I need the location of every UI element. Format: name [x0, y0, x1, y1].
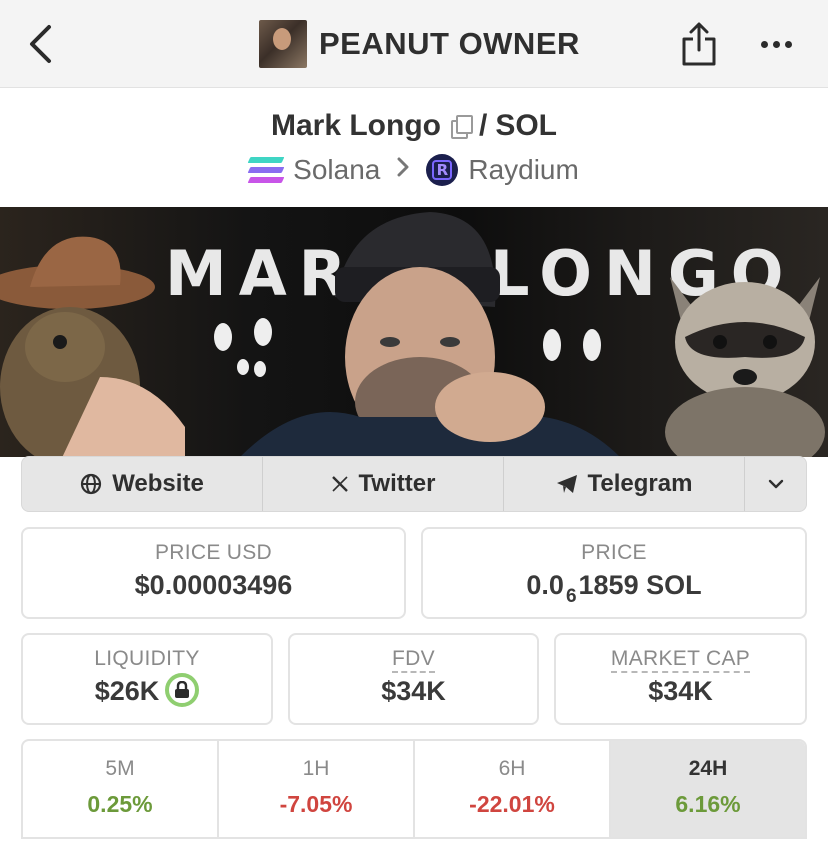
liquidity-label: LIQUIDITY: [94, 647, 200, 670]
chevron-down-icon: [768, 479, 783, 489]
timeframe-label: 1H: [302, 757, 330, 780]
price-suffix: 1859 SOL: [578, 570, 702, 600]
fdv-value: $34K: [381, 676, 446, 706]
website-label: Website: [112, 470, 204, 497]
price-native-value: 0.0 61859 SOL: [423, 570, 805, 607]
paw-prints-icon: [543, 329, 601, 361]
tab-1h[interactable]: 1H -7.05%: [219, 741, 415, 837]
price-prefix: 0.0: [526, 570, 564, 600]
price-usd-card: PRICE USD $0.00003496: [21, 527, 406, 619]
liquidity-value-row: $26K: [23, 673, 271, 710]
more-links-button[interactable]: [745, 457, 806, 511]
price-change-value: 6.16%: [675, 791, 741, 817]
fdv-label-wrap: FDV: [290, 647, 537, 673]
dex-name[interactable]: Raydium: [468, 154, 578, 186]
token-banner-image: MARK LONGO: [0, 207, 828, 457]
copy-icon[interactable]: [449, 115, 473, 139]
telegram-label: Telegram: [587, 470, 693, 497]
top-nav-bar: PEANUT OWNER: [0, 0, 828, 88]
lock-icon[interactable]: [165, 673, 200, 707]
price-change-value: 0.25%: [87, 791, 153, 817]
pair-title: Mark Longo / SOL: [0, 104, 828, 148]
liquidity-value: $26K: [94, 676, 160, 707]
base-token-name: Mark Longo: [270, 109, 441, 142]
telegram-button[interactable]: Telegram: [504, 457, 745, 511]
x-icon: [331, 476, 348, 492]
fdv-label: FDV: [392, 647, 435, 673]
price-label: PRICE: [581, 541, 647, 564]
price-native-card: PRICE 0.0 61859 SOL: [421, 527, 807, 619]
quote-token-name: SOL: [495, 109, 557, 142]
avatar: [259, 20, 307, 68]
page-title: PEANUT OWNER: [319, 26, 580, 61]
price-zero-count: 6: [565, 586, 577, 607]
telegram-icon: [556, 475, 577, 493]
pair-separator: /: [478, 109, 488, 142]
market-cap-label-wrap: MARKET CAP: [556, 647, 805, 673]
price-usd-value: $0.00003496: [134, 570, 293, 600]
timeframe-label: 24H: [688, 757, 728, 780]
social-links-bar: Website Twitter Telegram: [21, 456, 807, 512]
market-cap-label: MARKET CAP: [610, 647, 751, 673]
back-chevron-icon[interactable]: [22, 22, 58, 66]
tab-6h[interactable]: 6H -22.01%: [415, 741, 611, 837]
timeframe-label: 5M: [105, 757, 135, 780]
raydium-icon: R: [426, 154, 459, 186]
chain-breadcrumb: Solana R Raydium: [0, 150, 828, 190]
twitter-button[interactable]: Twitter: [263, 457, 504, 511]
paw-prints-icon: [214, 318, 272, 377]
chevron-right-icon: [396, 156, 410, 184]
title-group: PEANUT OWNER: [259, 18, 580, 70]
price-change-value: -22.01%: [469, 791, 555, 817]
fdv-card[interactable]: FDV $34K: [288, 633, 539, 725]
chain-name[interactable]: Solana: [293, 154, 380, 186]
more-options-icon[interactable]: [756, 30, 796, 58]
website-button[interactable]: Website: [22, 457, 263, 511]
globe-icon: [81, 473, 102, 495]
tab-24h[interactable]: 24H 6.16%: [611, 741, 805, 837]
squirrel-illustration: [0, 236, 185, 457]
timeframe-label: 6H: [498, 757, 526, 780]
timeframe-tabs: 5M 0.25% 1H -7.05% 6H -22.01% 24H 6.16%: [21, 739, 807, 839]
tab-5m[interactable]: 5M 0.25%: [23, 741, 219, 837]
market-cap-card[interactable]: MARKET CAP $34K: [554, 633, 807, 725]
share-icon[interactable]: [680, 20, 718, 68]
market-cap-value: $34K: [648, 676, 713, 706]
price-change-value: -7.05%: [279, 791, 353, 817]
solana-icon: [247, 157, 285, 183]
price-usd-label: PRICE USD: [154, 541, 273, 564]
raccoon-illustration: [665, 277, 825, 457]
twitter-label: Twitter: [358, 470, 436, 497]
liquidity-card: LIQUIDITY $26K: [21, 633, 273, 725]
